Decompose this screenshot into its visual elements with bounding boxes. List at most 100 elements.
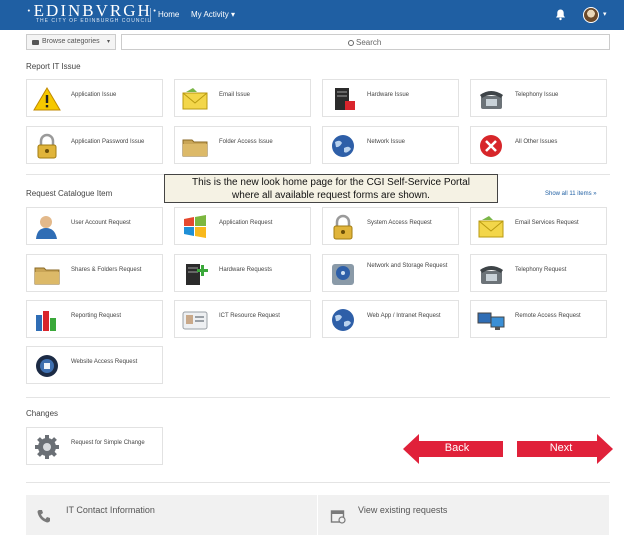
user-icon <box>36 216 57 239</box>
tile-label: Folder Access Issue <box>219 139 273 145</box>
server-icon <box>335 88 355 110</box>
tile-label: Remote Access Request <box>515 313 581 319</box>
tile-request-simple-change[interactable]: Request for Simple Change <box>26 427 163 465</box>
envelope-icon <box>182 88 208 110</box>
tile-application-issue[interactable]: Application Issue <box>26 79 163 117</box>
tile-label: System Access Request <box>367 220 432 226</box>
error-icon <box>480 135 502 157</box>
tile-application-password-issue[interactable]: Application Password Issue <box>26 126 163 164</box>
top-navigation-bar: ·EDINBVRGH· THE CITY OF EDINBURGH COUNCI… <box>0 0 624 30</box>
tile-web-app-intranet-request[interactable]: Web App / Intranet Request <box>322 300 459 338</box>
tile-hardware-requests[interactable]: Hardware Requests <box>174 254 311 292</box>
tile-ict-resource-request[interactable]: ICT Resource Request <box>174 300 311 338</box>
tile-user-account-request[interactable]: User Account Request <box>26 207 163 245</box>
storage-icon <box>332 264 354 285</box>
caption-line-2: where all available request forms are sh… <box>232 190 430 201</box>
id-card-icon <box>182 311 208 330</box>
it-contact-label: IT Contact Information <box>66 505 155 515</box>
view-existing-requests-label: View existing requests <box>358 505 448 515</box>
logo-subtitle: THE CITY OF EDINBURGH COUNCIL <box>36 18 152 24</box>
tile-telephony-issue[interactable]: Telephony Issue <box>470 79 607 117</box>
section-title-report-it-issue: Report IT Issue <box>26 62 81 71</box>
chart-icon <box>36 311 56 331</box>
back-button-label: Back <box>444 442 470 454</box>
tile-website-access-request[interactable]: Website Access Request <box>26 346 163 384</box>
tile-telephony-request[interactable]: Telephony Request <box>470 254 607 292</box>
nav-home-link[interactable]: Home <box>158 10 179 19</box>
header-divider <box>150 8 151 22</box>
search-placeholder: Search <box>348 38 381 47</box>
notification-bell-icon[interactable] <box>554 8 567 21</box>
browse-categories-dropdown[interactable]: Browse categories ▾ <box>26 34 116 50</box>
section-title-request-catalogue-item: Request Catalogue Item <box>26 189 113 198</box>
folder-icon <box>182 139 208 157</box>
section-divider <box>26 397 610 398</box>
folder-icon <box>34 267 60 285</box>
tile-label: Application Password Issue <box>71 139 145 145</box>
remote-computer-icon <box>477 312 505 330</box>
windows-icon <box>184 215 206 238</box>
tile-remote-access-request[interactable]: Remote Access Request <box>470 300 607 338</box>
tile-label: Web App / Intranet Request <box>367 313 441 319</box>
gear-icon <box>35 435 59 459</box>
tile-label: Network Issue <box>367 139 406 145</box>
tile-label: Reporting Request <box>71 313 122 319</box>
nav-my-activity-menu[interactable]: My Activity ▾ <box>191 10 235 19</box>
caption-line-1: This is the new look home page for the C… <box>192 177 470 188</box>
tile-label: Request for Simple Change <box>71 440 145 446</box>
tile-label: Email Services Request <box>515 220 579 226</box>
tutorial-caption: This is the new look home page for the C… <box>164 174 498 203</box>
tile-network-issue[interactable]: Network Issue <box>322 126 459 164</box>
globe-icon <box>332 309 354 331</box>
show-all-items-link[interactable]: Show all 11 items » <box>545 191 597 197</box>
service-search-bar: Browse categories ▾ Search <box>26 34 610 50</box>
tile-label: ICT Resource Request <box>219 313 280 319</box>
tile-shares-folders-request[interactable]: Shares & Folders Request <box>26 254 163 292</box>
tile-label: Application Issue <box>71 92 117 98</box>
arrow-left-icon <box>403 434 419 464</box>
telephone-icon <box>480 266 503 284</box>
tile-label: Telephony Issue <box>515 92 559 98</box>
envelope-icon <box>478 216 504 238</box>
next-button[interactable]: Next <box>517 434 613 464</box>
edinburgh-logo[interactable]: ·EDINBVRGH· <box>26 2 159 19</box>
calendar-icon <box>330 510 346 524</box>
hardware-add-icon <box>186 264 208 285</box>
briefcase-icon <box>32 40 39 45</box>
tile-system-access-request[interactable]: System Access Request <box>322 207 459 245</box>
tile-label: Hardware Issue <box>367 92 410 98</box>
website-icon <box>36 355 58 377</box>
section-title-changes: Changes <box>26 409 59 418</box>
globe-icon <box>332 135 354 157</box>
tile-label: User Account Request <box>71 220 131 226</box>
tile-network-storage-request[interactable]: Network and Storage Request <box>322 254 459 292</box>
back-button[interactable]: Back <box>403 434 503 464</box>
next-button-label: Next <box>549 442 573 454</box>
tile-email-issue[interactable]: Email Issue <box>174 79 311 117</box>
tile-reporting-request[interactable]: Reporting Request <box>26 300 163 338</box>
user-avatar[interactable] <box>583 7 599 23</box>
telephone-icon <box>480 91 503 109</box>
padlock-icon <box>333 214 353 240</box>
tile-hardware-issue[interactable]: Hardware Issue <box>322 79 459 117</box>
tile-label: Application Request <box>219 220 273 226</box>
tile-label: Email Issue <box>219 92 251 98</box>
tile-application-request[interactable]: Application Request <box>174 207 311 245</box>
section-divider <box>26 482 610 483</box>
chevron-down-icon: ▾ <box>106 39 110 45</box>
search-icon <box>348 40 354 46</box>
view-existing-requests-panel[interactable]: View existing requests <box>318 495 609 535</box>
warning-icon <box>33 87 61 111</box>
tile-all-other-issues[interactable]: All Other Issues <box>470 126 607 164</box>
user-menu-caret[interactable]: ▾ <box>603 10 607 18</box>
search-input[interactable]: Search <box>121 34 610 50</box>
it-contact-information-panel[interactable]: IT Contact Information <box>26 495 317 535</box>
tile-email-services-request[interactable]: Email Services Request <box>470 207 607 245</box>
phone-icon <box>37 510 50 523</box>
tile-label: Network and Storage Request <box>367 263 448 269</box>
tile-folder-access-issue[interactable]: Folder Access Issue <box>174 126 311 164</box>
padlock-icon <box>37 133 57 159</box>
browse-categories-label: Browse categories <box>42 38 100 45</box>
tile-label: Shares & Folders Request <box>71 267 142 273</box>
tile-label: Hardware Requests <box>219 267 273 273</box>
